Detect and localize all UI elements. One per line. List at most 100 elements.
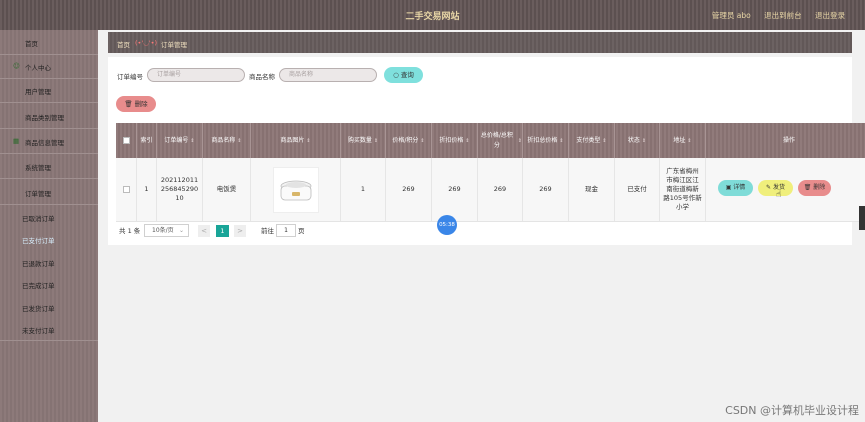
rice-cooker-icon	[280, 180, 311, 200]
sidebar-item-profile[interactable]: ☺ 个人中心	[0, 54, 98, 79]
sort-icon: ⇕	[420, 137, 425, 144]
sidebar-item-users[interactable]: 用户管理	[0, 78, 98, 103]
select-all-cell[interactable]	[116, 123, 137, 158]
th-quantity[interactable]: 购买数量 ⇕	[341, 123, 386, 158]
sort-icon: ⇕	[306, 137, 311, 144]
page-1-button[interactable]: 1	[216, 225, 229, 237]
pagination-total: 共 1 条	[119, 227, 141, 235]
sidebar-item-label: 用户管理	[25, 88, 51, 96]
th-product-name[interactable]: 商品名称 ⇕	[203, 123, 251, 158]
sidebar-subitem-shipped[interactable]: 已发货订单	[22, 303, 55, 313]
row-select-cell[interactable]	[116, 158, 137, 221]
back-to-frontend-link[interactable]: 退出到前台	[764, 11, 802, 20]
address-line: 路105号作新	[663, 194, 702, 202]
th-label: 地址	[673, 136, 686, 144]
select-all-checkbox[interactable]	[122, 137, 130, 144]
th-pay-type[interactable]: 支付类型 ⇕	[569, 123, 615, 158]
sidebar-subitem-unpaid[interactable]: 未支付订单	[22, 325, 55, 335]
sidebar-item-label: 个人中心	[25, 64, 51, 72]
trash-icon: 🗑	[803, 184, 812, 191]
sort-icon: ⇕	[237, 137, 242, 144]
th-discount-total[interactable]: 折扣总价格 ⇕	[523, 123, 569, 158]
recording-timer: 05:38	[437, 215, 457, 235]
address-line: 广东省梅州	[666, 167, 699, 175]
breadcrumb-current: 订单管理	[161, 41, 187, 49]
page-suffix: 页	[298, 227, 305, 235]
sidebar-subitem-cancelled[interactable]: 已取消订单	[22, 213, 55, 223]
sidebar-subitem-completed[interactable]: 已完成订单	[22, 280, 55, 290]
th-label: 操作	[782, 136, 795, 144]
cell-actions: ▣ 详情 ✎ 发货 🗑 删除 ☝	[706, 158, 865, 221]
search-button[interactable]: ○ 查询	[384, 67, 423, 83]
table-row: 1 202112011 256845290 10 电饭煲 1 269 269 2…	[116, 158, 865, 222]
page-size-select[interactable]: 10条/页 ⌄	[144, 224, 189, 237]
order-no-line: 202112011	[160, 176, 199, 184]
th-label: 订单编号	[164, 136, 189, 144]
bulk-delete-button[interactable]: 🗑 删除	[116, 96, 156, 112]
th-actions: 操作	[706, 123, 865, 158]
th-price[interactable]: 价格/积分 ⇕	[386, 123, 432, 158]
watermark: CSDN @计算机毕业设计程	[725, 404, 859, 417]
address-line: 小学	[675, 203, 689, 211]
th-label: 商品名称	[211, 136, 236, 144]
address-line: 南街道梅新	[666, 185, 699, 193]
order-no-input[interactable]: 订单编号	[147, 68, 245, 82]
sidebar-subitem-paid[interactable]: 已支付订单	[22, 235, 55, 245]
sidebar-item-orders[interactable]: 订单管理	[0, 180, 98, 205]
th-order-no[interactable]: 订单编号 ⇕	[157, 123, 203, 158]
top-bar: 二手交易网站 管理员 abo 退出到前台 退出登录	[0, 0, 865, 30]
sidebar-item-products[interactable]: ▦ 商品信息管理	[0, 129, 98, 154]
th-label: 支付类型	[576, 136, 601, 144]
breadcrumb-emoticon: (•'◡'•)	[135, 39, 157, 47]
sort-icon: ⇕	[559, 137, 564, 144]
row-checkbox[interactable]	[122, 186, 130, 193]
goto-page-input[interactable]: 1	[276, 224, 296, 237]
th-discount-price[interactable]: 折扣价格 ⇕	[432, 123, 478, 158]
sidebar-divider	[0, 340, 98, 341]
th-product-image[interactable]: 商品图片 ⇕	[251, 123, 341, 158]
cell-price: 269	[386, 158, 432, 221]
prev-page-button[interactable]: <	[198, 225, 210, 237]
row-delete-button[interactable]: 🗑 删除	[798, 180, 831, 196]
sort-icon: ⇕	[687, 137, 692, 144]
goto-label: 前往	[261, 227, 274, 235]
th-status[interactable]: 状态 ⇕	[615, 123, 660, 158]
breadcrumb-home[interactable]: 首页	[117, 39, 130, 49]
next-page-button[interactable]: >	[234, 225, 246, 237]
rice-cooker-image[interactable]	[272, 166, 319, 213]
detail-button[interactable]: ▣ 详情	[718, 180, 753, 196]
th-total[interactable]: 总价格/总积分 ⇕	[478, 123, 523, 158]
product-name-input[interactable]: 商品名称	[279, 68, 377, 82]
search-button-label: 查询	[400, 71, 414, 79]
page-size-value: 10条/页	[152, 227, 174, 234]
breadcrumb: 首页 (•'◡'•) 订单管理	[108, 32, 852, 53]
main-content: 首页 (•'◡'•) 订单管理 订单编号 订单编号 商品名称 商品名称 ○ 查询…	[98, 30, 865, 422]
scrollbar-handle[interactable]	[859, 206, 865, 230]
table-header: 索引 订单编号 ⇕ 商品名称 ⇕ 商品图片 ⇕ 购买数量 ⇕ 价格/积分 ⇕ 折扣价格 ⇕ …	[116, 123, 865, 158]
sidebar-item-label: 商品类别管理	[25, 114, 64, 122]
sidebar-subitem-refunded[interactable]: 已退款订单	[22, 258, 55, 268]
cell-product-image	[251, 158, 341, 221]
sidebar-item-home[interactable]: 首页	[0, 30, 98, 55]
th-label: 商品图片	[280, 136, 305, 144]
th-label: 总价格/总积分	[480, 131, 513, 149]
cell-product-name: 电饭煲	[203, 158, 251, 221]
sidebar-item-label: 首页	[25, 40, 38, 48]
sort-icon: ⇕	[517, 137, 522, 144]
sidebar-item-categories[interactable]: 商品类别管理	[0, 104, 98, 129]
order-no-line: 256845290	[160, 185, 199, 193]
delete-button-label: 删除	[134, 100, 148, 108]
row-delete-button-label: 删除	[813, 184, 826, 191]
mouse-cursor-icon: ☝	[776, 190, 782, 200]
cell-address: 广东省梅州 市梅江区江 南街道梅新 路105号作新 小学	[660, 158, 706, 221]
edit-icon: ✎	[766, 184, 772, 191]
th-label: 价格/积分	[392, 136, 419, 144]
user-icon: ☺	[13, 62, 20, 70]
logout-link[interactable]: 退出登录	[815, 11, 845, 20]
sidebar-item-system[interactable]: 系统管理	[0, 154, 98, 179]
cell-discount-total: 269	[523, 158, 569, 221]
order-no-line: 10	[175, 194, 184, 202]
admin-label: 管理员 abo	[711, 11, 751, 20]
cell-pay-type: 现金	[569, 158, 615, 221]
th-address[interactable]: 地址 ⇕	[660, 123, 706, 158]
